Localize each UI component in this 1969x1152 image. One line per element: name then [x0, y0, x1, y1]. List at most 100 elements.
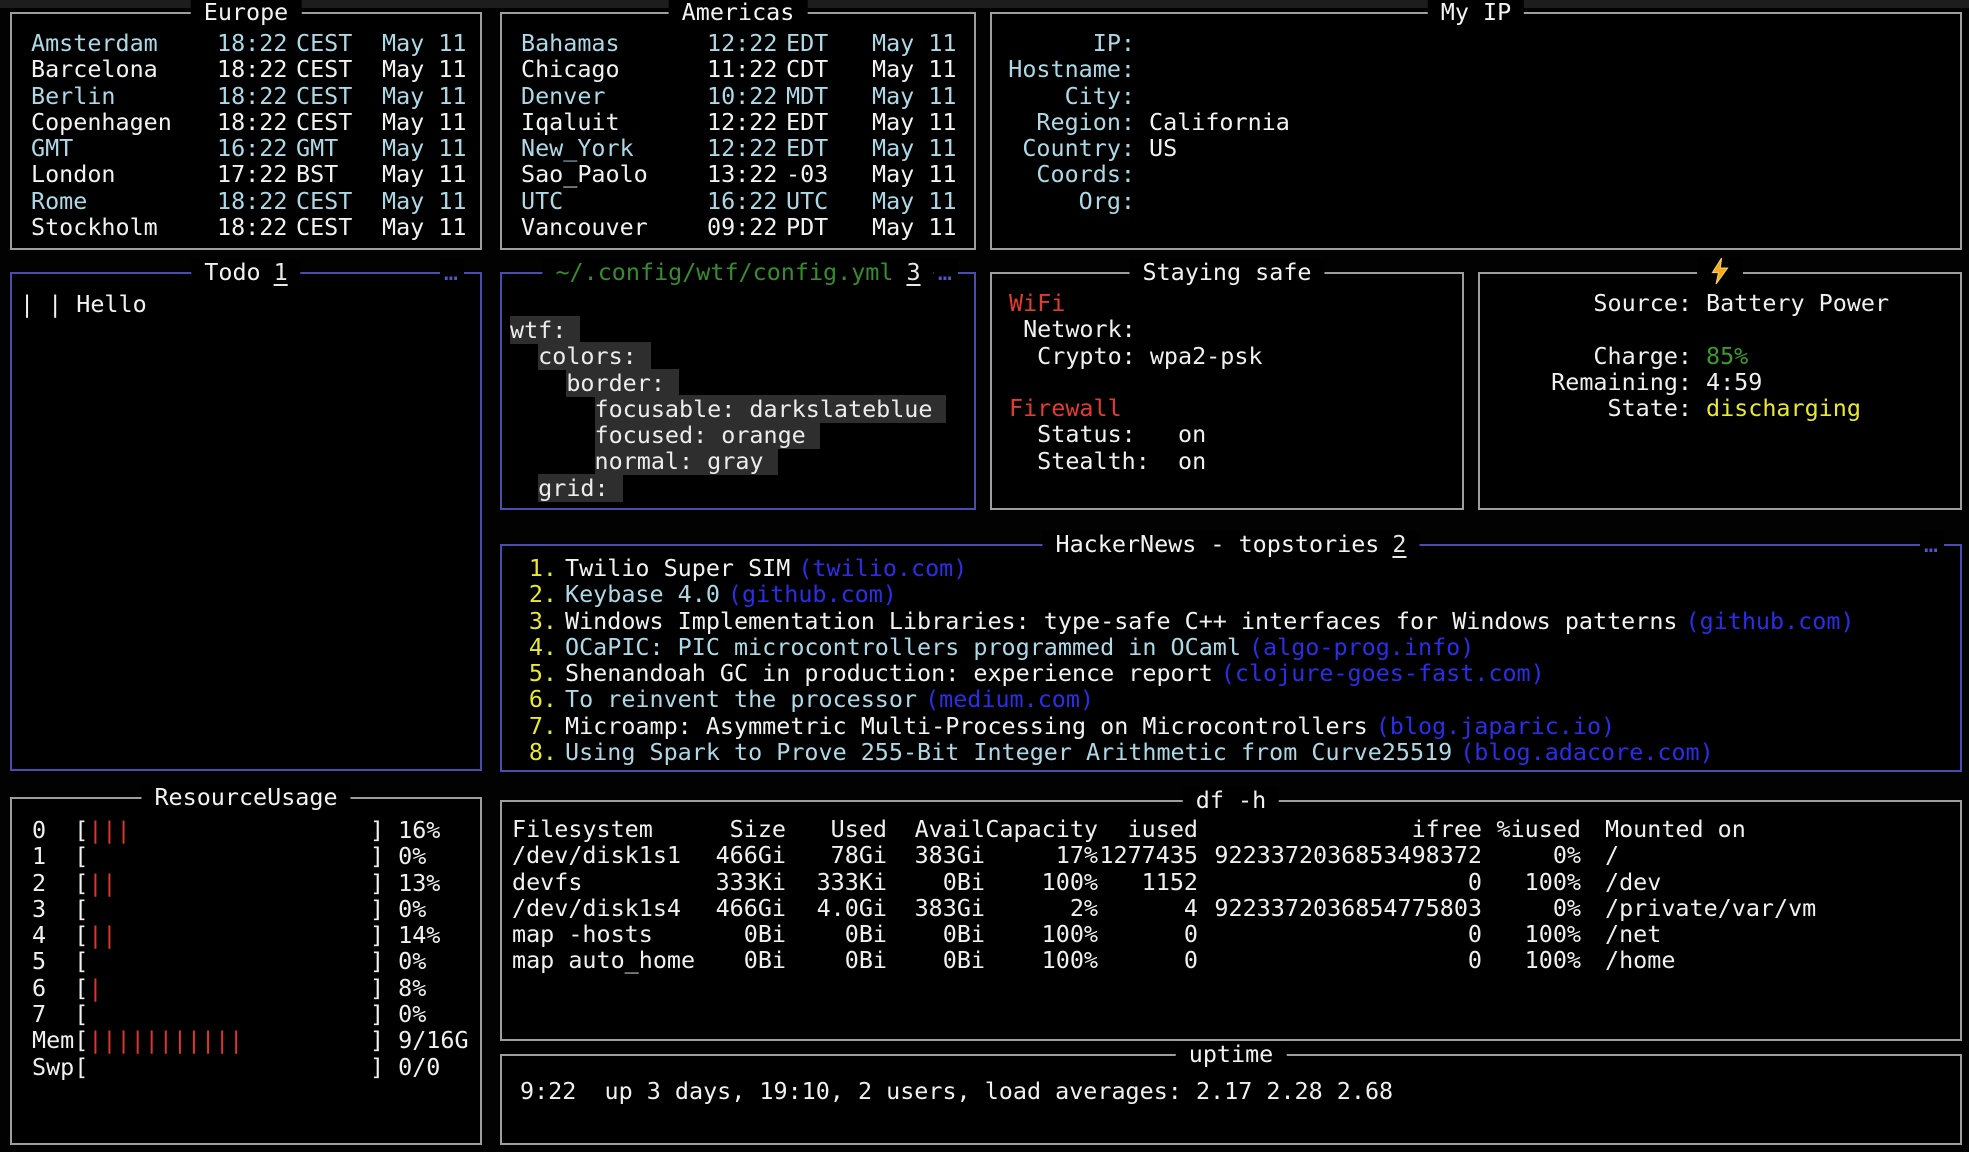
- hackernews-story[interactable]: 8.Using Spark to Prove 255-Bit Integer A…: [502, 739, 1960, 765]
- story-domain-link[interactable]: (clojure-goes-fast.com): [1221, 660, 1545, 686]
- clock-row: Berlin18:22CESTMay 11: [31, 83, 480, 109]
- story-title[interactable]: Microamp: Asymmetric Multi-Processing on…: [565, 713, 1368, 739]
- hackernews-story[interactable]: 1.Twilio Super SIM(twilio.com): [502, 555, 1960, 581]
- resource-label: 5: [32, 948, 74, 974]
- panel-menu-ellipsis-icon[interactable]: …: [440, 259, 464, 285]
- ip-field-label: Region:: [992, 109, 1135, 135]
- df-column-header: %iused: [1482, 816, 1581, 842]
- clock-row: London17:22BSTMay 11: [31, 161, 480, 187]
- clock-date: May 11: [382, 214, 480, 240]
- clock-city: Rome: [31, 188, 217, 214]
- story-domain-link[interactable]: (medium.com): [925, 686, 1094, 712]
- clock-timezone: EDT: [786, 30, 872, 56]
- clock-city: Vancouver: [521, 214, 707, 240]
- df-cell: 100%: [985, 869, 1098, 895]
- df-cell: 0: [1198, 947, 1482, 973]
- df-cell: 0: [1098, 921, 1198, 947]
- hackernews-story[interactable]: 2.Keybase 4.0(github.com): [502, 581, 1960, 607]
- clock-time: 18:22: [217, 56, 296, 82]
- df-cell: 100%: [1482, 869, 1581, 895]
- story-rank: 4.: [502, 634, 557, 660]
- story-rank: 5.: [502, 660, 557, 686]
- security-info: WiFi Network: Crypto: wpa2-pskFirewall S…: [992, 274, 1462, 474]
- hackernews-story[interactable]: 7.Microamp: Asymmetric Multi-Processing …: [502, 713, 1960, 739]
- clock-timezone: EDT: [786, 135, 872, 161]
- clock-city: Chicago: [521, 56, 707, 82]
- clock-date: May 11: [872, 56, 974, 82]
- panel-menu-ellipsis-icon[interactable]: …: [1920, 531, 1944, 557]
- df-cell: 2%: [985, 895, 1098, 921]
- panel-title-americas: Americas: [669, 0, 808, 25]
- panel-shortcut-key[interactable]: 1: [274, 258, 288, 286]
- security-line: Stealth: on: [1009, 448, 1462, 474]
- panel-uptime: uptime 9:22 up 3 days, 19:10, 2 users, l…: [500, 1054, 1962, 1145]
- battery-row: State:discharging: [1480, 395, 1960, 421]
- panel-clocks-europe: Europe Amsterdam18:22CESTMay 11Barcelona…: [10, 12, 482, 250]
- story-rank: 3.: [502, 608, 557, 634]
- panel-shortcut-key[interactable]: 2: [1392, 530, 1406, 558]
- df-table-row: map -hosts0Bi0Bi0Bi100%00100%/net: [502, 921, 1960, 947]
- df-cell: 0%: [1482, 842, 1581, 868]
- ip-field-label: Org:: [992, 188, 1135, 214]
- clock-timezone: CEST: [296, 109, 382, 135]
- panel-shortcut-key[interactable]: 3: [906, 258, 920, 286]
- df-cell: 0: [1198, 921, 1482, 947]
- config-line: wtf:: [510, 317, 974, 343]
- clock-time: 18:22: [217, 214, 296, 240]
- hackernews-story[interactable]: 5. Shenandoah GC in production: experienc…: [502, 660, 1960, 686]
- clock-time: 18:22: [217, 83, 296, 109]
- story-domain-link[interactable]: (algo-prog.info): [1249, 634, 1474, 660]
- clock-row: Vancouver09:22PDTMay 11: [521, 214, 974, 240]
- ip-field-value: US: [1149, 135, 1177, 161]
- clock-row: Copenhagen18:22CESTMay 11: [31, 109, 480, 135]
- ip-field-row: City:: [992, 83, 1960, 109]
- story-domain-link[interactable]: (blog.adacore.com): [1460, 739, 1713, 765]
- story-title[interactable]: To reinvent the processor: [565, 686, 917, 712]
- resource-bar-fill: |||: [88, 816, 130, 844]
- resource-meters: 0[||| ] 16%1[ ] 0%2[|| ] 13%3[ ] 0%4[|| …: [12, 799, 480, 1080]
- df-table: FilesystemSizeUsedAvailCapacityiusedifre…: [502, 802, 1960, 974]
- panel-config-file[interactable]: ~/.config/wtf/config.yml3 … wtf: colors:…: [500, 272, 976, 510]
- df-table-row: /dev/disk1s1466Gi78Gi383Gi17%12774359223…: [502, 842, 1960, 868]
- story-domain-link[interactable]: (github.com): [1686, 608, 1855, 634]
- clock-date: May 11: [382, 109, 480, 135]
- clock-date: May 11: [872, 83, 974, 109]
- df-cell: 78Gi: [786, 842, 887, 868]
- clock-time: 17:22: [217, 161, 296, 187]
- panel-title-resource-usage: ResourceUsage: [141, 784, 350, 810]
- todo-item[interactable]: | |Hello: [20, 291, 472, 317]
- story-domain-link[interactable]: (twilio.com): [798, 555, 967, 581]
- story-title[interactable]: OCaPIC: PIC microcontrollers programmed …: [565, 634, 1241, 660]
- clock-date: May 11: [872, 161, 974, 187]
- resource-meter-row: 1[ ] 0%: [32, 843, 480, 869]
- df-cell: 0Bi: [702, 921, 786, 947]
- lightning-bolt-icon: [1697, 257, 1743, 291]
- ip-field-row: Coords:: [992, 161, 1960, 187]
- panel-hackernews[interactable]: HackerNews - topstories2 … 1.Twilio Supe…: [500, 544, 1962, 772]
- story-domain-link[interactable]: (blog.japaric.io): [1376, 713, 1615, 739]
- df-column-header: Capacity: [985, 816, 1098, 842]
- panel-todo[interactable]: Todo1 … | |Hello: [10, 272, 482, 771]
- panel-disk-free: df -h FilesystemSizeUsedAvailCapacityius…: [500, 800, 1962, 1041]
- panel-title-hackernews: HackerNews - topstories2: [1043, 531, 1420, 557]
- panel-menu-ellipsis-icon[interactable]: …: [934, 259, 958, 285]
- panel-title-text: Europe: [204, 0, 289, 26]
- clock-row: Bahamas12:22EDTMay 11: [521, 30, 974, 56]
- hackernews-story[interactable]: 3. Windows Implementation Libraries: type…: [502, 608, 1960, 634]
- story-title[interactable]: Twilio Super SIM: [565, 555, 790, 581]
- todo-checkbox[interactable]: | |: [20, 290, 62, 318]
- df-cell: 383Gi: [887, 895, 985, 921]
- resource-meter-row: 4[|| ] 14%: [32, 922, 480, 948]
- clock-date: May 11: [872, 109, 974, 135]
- df-cell: 0: [1198, 869, 1482, 895]
- story-title[interactable]: Using Spark to Prove 255-Bit Integer Ari…: [565, 739, 1452, 765]
- story-domain-link[interactable]: (github.com): [728, 581, 897, 607]
- panel-title-config: ~/.config/wtf/config.yml3: [542, 259, 933, 285]
- story-title[interactable]: Shenandoah GC in production: experience …: [565, 660, 1213, 686]
- clock-row: Stockholm18:22CESTMay 11: [31, 214, 480, 240]
- hackernews-story[interactable]: 6.To reinvent the processor(medium.com): [502, 686, 1960, 712]
- hackernews-story[interactable]: 4. OCaPIC: PIC microcontrollers programme…: [502, 634, 1960, 660]
- clock-city: Iqaluit: [521, 109, 707, 135]
- story-title[interactable]: Keybase 4.0: [565, 581, 720, 607]
- story-title[interactable]: Windows Implementation Libraries: type-s…: [565, 608, 1678, 634]
